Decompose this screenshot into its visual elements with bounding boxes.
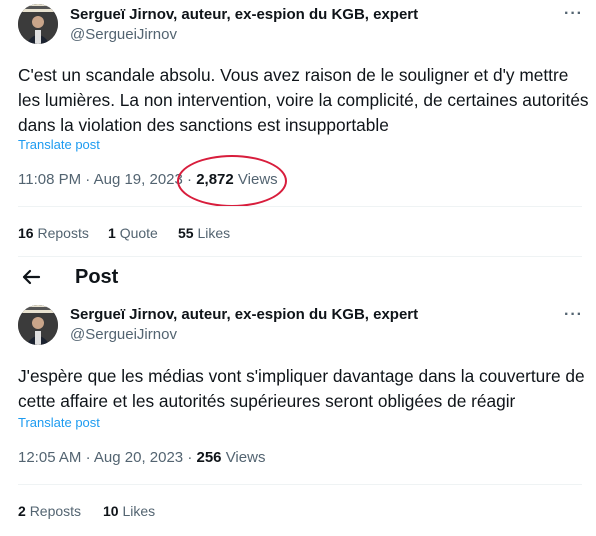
divider — [18, 256, 582, 257]
likes-label: Likes — [122, 503, 156, 519]
likes-label: Likes — [197, 225, 231, 241]
translate-link[interactable]: Translate post — [18, 137, 100, 152]
quotes-count: 1 — [108, 225, 116, 241]
likes-count: 10 — [103, 503, 119, 519]
tweet-time[interactable]: 11:08 PM — [18, 171, 81, 188]
avatar-image — [18, 305, 58, 345]
author-name[interactable]: Sergueï Jirnov, auteur, ex-espion du KGB… — [70, 6, 418, 23]
author-handle[interactable]: @SergueiJirnov — [70, 26, 177, 43]
tweet-text: J'espère que les médias vont s'impliquer… — [18, 366, 585, 411]
reposts-count: 16 — [18, 225, 34, 241]
divider — [18, 484, 582, 485]
likes-count: 55 — [178, 225, 194, 241]
reposts-count: 2 — [18, 503, 26, 519]
author-name[interactable]: Sergueï Jirnov, auteur, ex-espion du KGB… — [70, 306, 418, 323]
tweet-time[interactable]: 12:05 AM — [18, 449, 81, 466]
views-count: 256 — [196, 449, 222, 466]
likes-stat[interactable]: 10 Likes — [103, 503, 155, 519]
tweet-date[interactable]: Aug 20, 2023 — [94, 449, 183, 466]
avatar-image — [18, 4, 58, 44]
back-arrow-icon[interactable] — [20, 266, 42, 288]
page-title: Post — [75, 266, 119, 288]
separator: · — [187, 449, 193, 466]
more-options-icon[interactable]: ··· — [564, 306, 583, 324]
reposts-stat[interactable]: 2 Reposts — [18, 503, 81, 519]
tweet-date[interactable]: Aug 19, 2023 — [94, 171, 183, 188]
avatar[interactable] — [18, 305, 58, 345]
reposts-label: Reposts — [37, 225, 89, 241]
more-options-icon[interactable]: ··· — [564, 5, 583, 23]
reposts-stat[interactable]: 16 Reposts — [18, 225, 89, 241]
separator: · — [85, 449, 91, 466]
tweet-text: C'est un scandale absolu. Vous avez rais… — [18, 65, 589, 135]
avatar[interactable] — [18, 4, 58, 44]
views-label: Views — [225, 449, 266, 466]
divider — [18, 206, 582, 207]
quotes-label: Quote — [119, 225, 158, 241]
annotation-circle — [177, 155, 287, 207]
quotes-stat[interactable]: 1 Quote — [108, 225, 158, 241]
separator: · — [85, 171, 91, 188]
author-handle[interactable]: @SergueiJirnov — [70, 326, 177, 343]
tweet-metadata: 12:05 AM · Aug 20, 2023 · 256 Views — [18, 449, 265, 466]
likes-stat[interactable]: 55 Likes — [178, 225, 230, 241]
reposts-label: Reposts — [29, 503, 82, 519]
translate-link[interactable]: Translate post — [18, 415, 100, 430]
